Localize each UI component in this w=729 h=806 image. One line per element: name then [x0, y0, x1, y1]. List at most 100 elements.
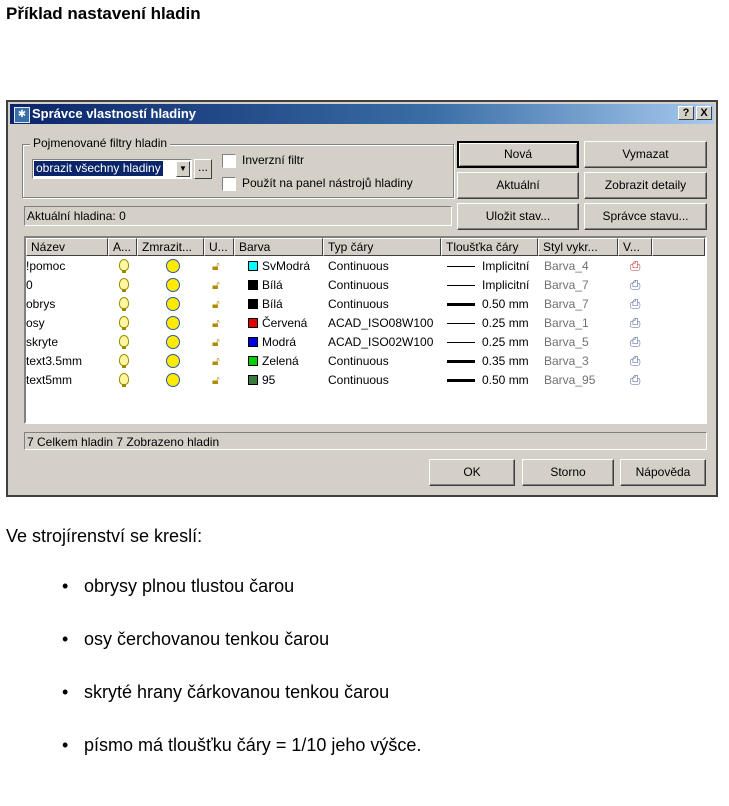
- layer-list[interactable]: Název A... Zmrazit... U... Barva Typ čáry Tlou…: [24, 236, 707, 424]
- apply-toolbar-checkbox[interactable]: [222, 177, 236, 191]
- plot-style: Barva_4: [544, 259, 589, 273]
- help-button[interactable]: Nápověda: [620, 459, 706, 486]
- header-lock[interactable]: U...: [204, 238, 234, 256]
- printer-icon[interactable]: ⎙: [630, 316, 640, 330]
- filter-browse-button[interactable]: ...: [194, 159, 212, 179]
- plot-style: Barva_7: [544, 278, 589, 292]
- color-name: Zelená: [262, 354, 299, 368]
- layer-manager-dialog: ✱ Správce vlastností hladiny ? X Pojmeno…: [6, 100, 718, 497]
- new-layer-button[interactable]: Nová: [457, 141, 579, 168]
- named-filters-label: Pojmenované filtry hladin: [30, 136, 171, 150]
- lineweight-value[interactable]: 0.50 mm: [482, 297, 529, 312]
- padlock-icon[interactable]: 🔓︎: [212, 355, 220, 367]
- printer-icon[interactable]: ⎙: [630, 373, 640, 387]
- header-lineweight[interactable]: Tloušťka čáry: [441, 238, 538, 256]
- padlock-icon[interactable]: 🔓︎: [212, 317, 220, 329]
- sun-icon[interactable]: [166, 373, 180, 387]
- header-color[interactable]: Barva: [234, 238, 323, 256]
- header-plotstyle[interactable]: Styl vykr...: [538, 238, 618, 256]
- sun-icon[interactable]: [166, 278, 180, 292]
- inverse-filter-label: Inverzní filtr: [242, 153, 305, 167]
- lightbulb-icon[interactable]: [119, 335, 129, 349]
- table-row[interactable]: text3.5mm 🔓︎ Zelená Continuous 0.35 mm Barva_…: [26, 352, 705, 371]
- color-swatch[interactable]: [248, 261, 258, 271]
- padlock-icon[interactable]: 🔓︎: [212, 298, 220, 310]
- ok-button[interactable]: OK: [429, 459, 515, 486]
- sun-icon[interactable]: [166, 316, 180, 330]
- delete-layer-button[interactable]: Vymazat: [584, 141, 707, 168]
- printer-icon[interactable]: ⎙: [630, 335, 640, 349]
- printer-icon[interactable]: ⎙: [630, 297, 640, 311]
- header-filler: [652, 238, 705, 256]
- header-freeze[interactable]: Zmrazit...: [137, 238, 204, 256]
- lineweight-sample: [447, 379, 475, 382]
- lightbulb-icon[interactable]: [119, 278, 129, 292]
- header-name[interactable]: Název: [26, 238, 108, 256]
- current-layer-field: Aktuální hladina: 0: [24, 206, 452, 226]
- help-title-button[interactable]: ?: [678, 106, 694, 120]
- linetype-name[interactable]: Continuous: [328, 259, 389, 274]
- close-button[interactable]: X: [696, 106, 712, 120]
- layer-summary: 7 Celkem hladin 7 Zobrazeno hladin: [24, 432, 707, 450]
- color-swatch[interactable]: [248, 299, 258, 309]
- table-row[interactable]: !pomoc 🔓︎ SvModrá Continuous Implicitní Barva…: [26, 257, 705, 276]
- lightbulb-icon[interactable]: [119, 354, 129, 368]
- header-on[interactable]: A...: [108, 238, 137, 256]
- lineweight-value[interactable]: 0.25 mm: [482, 316, 529, 331]
- dialog-titlebar[interactable]: ✱ Správce vlastností hladiny ? X: [10, 104, 714, 124]
- state-manager-button[interactable]: Správce stavu...: [584, 203, 707, 230]
- layer-filter-combobox[interactable]: obrazit všechny hladiny ▼: [32, 159, 192, 179]
- lineweight-sample: [447, 323, 475, 324]
- padlock-icon[interactable]: 🔓︎: [212, 260, 220, 272]
- inverse-filter-checkbox[interactable]: [222, 154, 236, 168]
- lightbulb-icon[interactable]: [119, 316, 129, 330]
- color-swatch[interactable]: [248, 337, 258, 347]
- lineweight-value[interactable]: Implicitní: [482, 278, 529, 293]
- color-swatch[interactable]: [248, 375, 258, 385]
- linetype-name[interactable]: Continuous: [328, 373, 389, 388]
- linetype-name[interactable]: ACAD_ISO02W100: [328, 335, 433, 350]
- table-row[interactable]: obrys 🔓︎ Bílá Continuous 0.50 mm Barva_7 ⎙: [26, 295, 705, 314]
- lineweight-value[interactable]: 0.50 mm: [482, 373, 529, 388]
- chevron-down-icon[interactable]: ▼: [176, 161, 190, 177]
- layer-name: !pomoc: [26, 259, 66, 273]
- lightbulb-icon[interactable]: [119, 373, 129, 387]
- table-row[interactable]: skryte 🔓︎ Modrá ACAD_ISO02W100 0.25 mm Barva_…: [26, 333, 705, 352]
- linetype-name[interactable]: Continuous: [328, 354, 389, 369]
- table-row[interactable]: text5mm 🔓︎ 95 Continuous 0.50 mm Barva_95 ⎙: [26, 371, 705, 390]
- table-row[interactable]: 0 🔓︎ Bílá Continuous Implicitní Barva_7 ⎙: [26, 276, 705, 295]
- lineweight-value[interactable]: Implicitní: [482, 259, 529, 274]
- linetype-name[interactable]: Continuous: [328, 297, 389, 312]
- sun-icon[interactable]: [166, 297, 180, 311]
- linetype-name[interactable]: Continuous: [328, 278, 389, 293]
- printer-icon[interactable]: ⎙: [630, 354, 640, 368]
- color-swatch[interactable]: [248, 356, 258, 366]
- lightbulb-icon[interactable]: [119, 297, 129, 311]
- show-details-button[interactable]: Zobrazit detaily: [584, 172, 707, 199]
- layer-name: skryte: [26, 335, 59, 349]
- sun-icon[interactable]: [166, 335, 180, 349]
- lightbulb-icon[interactable]: [119, 259, 129, 273]
- set-current-button[interactable]: Aktuální: [457, 172, 579, 199]
- header-linetype[interactable]: Typ čáry: [323, 238, 441, 256]
- color-swatch[interactable]: [248, 318, 258, 328]
- cancel-button[interactable]: Storno: [522, 459, 614, 486]
- linetype-name[interactable]: ACAD_ISO08W100: [328, 316, 433, 331]
- lineweight-sample: [447, 303, 475, 306]
- sun-icon[interactable]: [166, 259, 180, 273]
- printer-disabled-icon[interactable]: ⎙: [630, 259, 640, 273]
- lineweight-value[interactable]: 0.35 mm: [482, 354, 529, 369]
- layer-name: osy: [26, 316, 45, 330]
- color-swatch[interactable]: [248, 280, 258, 290]
- lineweight-value[interactable]: 0.25 mm: [482, 335, 529, 350]
- padlock-icon[interactable]: 🔓︎: [212, 336, 220, 348]
- table-row[interactable]: osy 🔓︎ Červená ACAD_ISO08W100 0.25 mm Barva_1…: [26, 314, 705, 333]
- save-state-button[interactable]: Uložit stav...: [457, 203, 579, 230]
- layer-filter-value: obrazit všechny hladiny: [34, 161, 163, 176]
- padlock-icon[interactable]: 🔓︎: [212, 374, 220, 386]
- printer-icon[interactable]: ⎙: [630, 278, 640, 292]
- sun-icon[interactable]: [166, 354, 180, 368]
- list-item: osy čerchovanou tenkou čarou: [62, 629, 421, 682]
- padlock-icon[interactable]: 🔓︎: [212, 279, 220, 291]
- header-plot[interactable]: V...: [618, 238, 652, 256]
